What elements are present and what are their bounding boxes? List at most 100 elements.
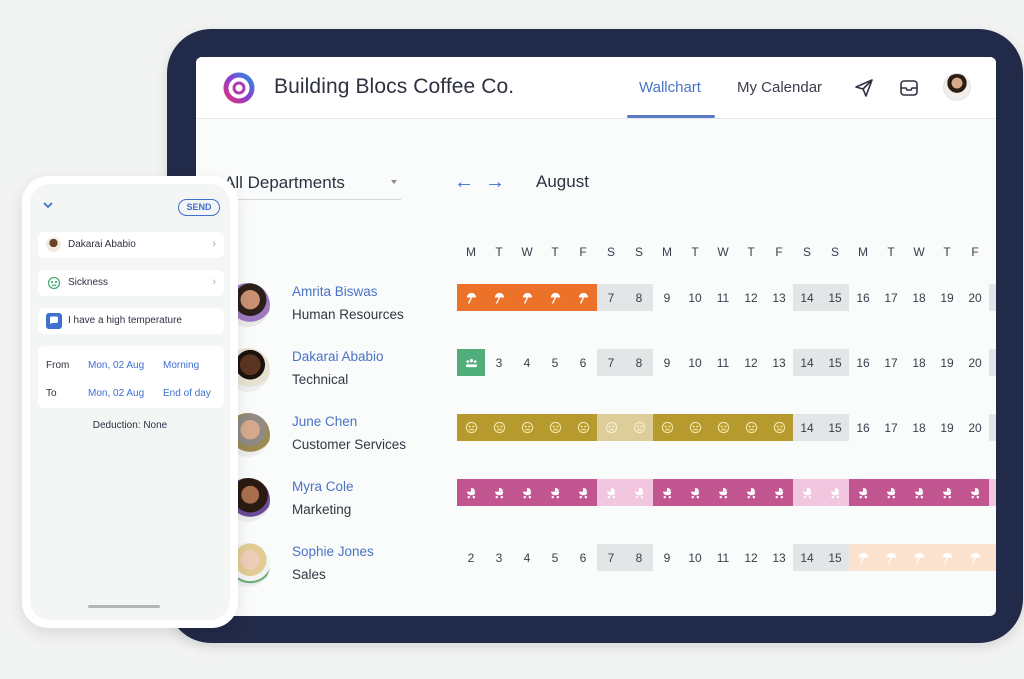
arrow-right-icon[interactable]: → [485, 171, 505, 193]
leave-cell[interactable] [877, 479, 905, 506]
leave-cell[interactable] [765, 414, 793, 441]
date-cell[interactable]: 10 [681, 544, 709, 571]
date-cell[interactable]: 17 [877, 414, 905, 441]
date-cell[interactable]: 11 [709, 349, 737, 376]
leave-cell[interactable] [765, 479, 793, 506]
leave-cell[interactable] [905, 479, 933, 506]
leave-cell[interactable] [541, 479, 569, 506]
leave-cell[interactable] [961, 544, 989, 571]
date-cell[interactable]: 9 [653, 284, 681, 311]
weekend-date-cell[interactable]: 14 [793, 544, 821, 571]
leave-cell[interactable] [709, 479, 737, 506]
leave-cell[interactable] [485, 479, 513, 506]
leave-cell[interactable] [513, 284, 541, 311]
arrow-left-icon[interactable]: ← [454, 171, 474, 193]
employee-name[interactable]: June Chen [292, 414, 357, 429]
department-select[interactable]: All Departments [224, 170, 401, 200]
weekend-date-cell[interactable]: 14 [793, 284, 821, 311]
leave-cell[interactable] [821, 479, 849, 506]
leave-cell[interactable] [737, 414, 765, 441]
weekend-date-cell[interactable]: 14 [793, 349, 821, 376]
leave-cell[interactable] [541, 414, 569, 441]
leave-cell[interactable] [457, 284, 485, 311]
date-cell[interactable]: 4 [513, 349, 541, 376]
date-cell[interactable]: 3 [485, 349, 513, 376]
date-cell[interactable]: 3 [485, 544, 513, 571]
weekend-date-cell[interactable]: 8 [625, 544, 653, 571]
date-cell[interactable]: 20 [961, 284, 989, 311]
from-time[interactable]: Morning [163, 360, 199, 371]
leave-cell[interactable] [457, 479, 485, 506]
weekend-date-cell[interactable]: 7 [597, 349, 625, 376]
date-cell[interactable]: 11 [709, 544, 737, 571]
date-cell[interactable]: 13 [765, 349, 793, 376]
date-cell[interactable]: 19 [933, 284, 961, 311]
weekend-date-cell[interactable]: 14 [793, 414, 821, 441]
leave-cell[interactable] [933, 544, 961, 571]
leave-cell[interactable] [569, 479, 597, 506]
date-cell[interactable]: 2 [457, 544, 485, 571]
weekend-date-cell[interactable]: 15 [821, 544, 849, 571]
date-cell[interactable]: 10 [681, 284, 709, 311]
leave-cell[interactable] [877, 544, 905, 571]
leave-cell[interactable] [597, 414, 625, 441]
date-cell[interactable]: 16 [849, 349, 877, 376]
date-cell[interactable]: 13 [765, 544, 793, 571]
leave-cell[interactable] [457, 414, 485, 441]
date-cell[interactable]: 12 [737, 284, 765, 311]
date-cell[interactable]: 5 [541, 544, 569, 571]
leave-cell[interactable] [457, 349, 485, 376]
employee-name[interactable]: Amrita Biswas [292, 284, 378, 299]
leave-cell[interactable] [653, 414, 681, 441]
leave-cell[interactable] [597, 479, 625, 506]
date-cell[interactable]: 12 [737, 349, 765, 376]
weekend-date-cell[interactable]: 7 [597, 284, 625, 311]
weekend-date-cell[interactable]: 7 [597, 544, 625, 571]
date-cell[interactable]: 5 [541, 349, 569, 376]
leave-cell[interactable] [625, 479, 653, 506]
user-avatar[interactable] [943, 73, 971, 101]
employee-field[interactable]: Dakarai Ababio › [38, 232, 224, 258]
leave-cell[interactable] [793, 479, 821, 506]
date-cell[interactable]: 17 [877, 284, 905, 311]
date-cell[interactable]: 6 [569, 349, 597, 376]
date-cell[interactable]: 13 [765, 284, 793, 311]
leave-type-field[interactable]: Sickness › [38, 270, 224, 296]
leave-cell[interactable] [961, 479, 989, 506]
leave-cell[interactable] [569, 414, 597, 441]
date-cell[interactable]: 12 [737, 544, 765, 571]
date-cell[interactable]: 11 [709, 284, 737, 311]
date-cell[interactable]: 9 [653, 349, 681, 376]
leave-cell[interactable] [905, 544, 933, 571]
date-cell[interactable]: 18 [905, 414, 933, 441]
leave-cell[interactable] [625, 414, 653, 441]
weekend-date-cell[interactable]: 15 [821, 284, 849, 311]
date-cell[interactable]: 18 [905, 284, 933, 311]
tab-my-calendar[interactable]: My Calendar [737, 79, 822, 96]
date-cell[interactable]: 6 [569, 544, 597, 571]
leave-cell[interactable] [933, 479, 961, 506]
inbox-icon[interactable] [898, 77, 920, 99]
date-cell[interactable]: 4 [513, 544, 541, 571]
to-time[interactable]: End of day [163, 388, 211, 399]
leave-cell[interactable] [681, 414, 709, 441]
date-cell[interactable]: 20 [961, 349, 989, 376]
employee-name[interactable]: Dakarai Ababio [292, 349, 384, 364]
date-cell[interactable]: 18 [905, 349, 933, 376]
note-field[interactable]: I have a high temperature [38, 308, 224, 334]
send-button[interactable]: SEND [178, 199, 220, 216]
weekend-date-cell[interactable]: 15 [821, 414, 849, 441]
weekend-date-cell[interactable]: 8 [625, 284, 653, 311]
leave-cell[interactable] [849, 479, 877, 506]
leave-cell[interactable] [513, 479, 541, 506]
date-cell[interactable]: 17 [877, 349, 905, 376]
leave-cell[interactable] [569, 284, 597, 311]
date-cell[interactable]: 9 [653, 544, 681, 571]
weekend-date-cell[interactable]: 15 [821, 349, 849, 376]
leave-cell[interactable] [513, 414, 541, 441]
leave-cell[interactable] [485, 284, 513, 311]
send-icon[interactable] [853, 77, 875, 99]
leave-cell[interactable] [737, 479, 765, 506]
to-date[interactable]: Mon, 02 Aug [88, 388, 144, 399]
date-cell[interactable]: 10 [681, 349, 709, 376]
